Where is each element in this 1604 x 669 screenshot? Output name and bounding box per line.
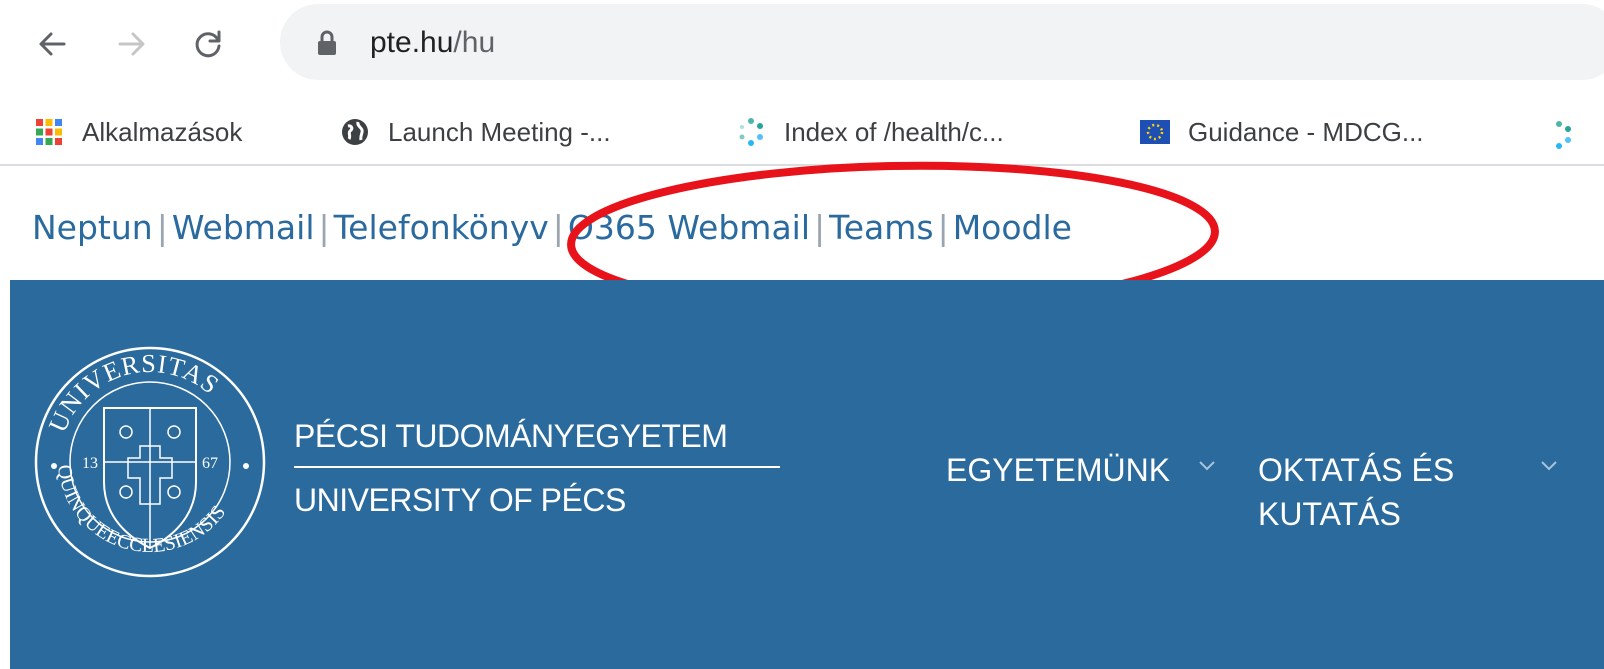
menu-label-line1: OKTATÁS ÉS [1258,452,1455,488]
apps-grid-icon [36,119,62,145]
separator: | [156,207,168,247]
bookmark-label: Alkalmazások [82,116,243,147]
bookmark-index-health[interactable]: Index of /health/c... [736,112,1004,152]
forward-arrow-icon [118,32,145,56]
menu-label: EGYETEMÜNK [946,452,1171,488]
bookmark-guidance-mdcg[interactable]: Guidance - MDCG... [1140,112,1424,152]
bookmark-label: Guidance - MDCG... [1188,116,1424,147]
separator: | [318,207,330,247]
reload-button[interactable] [186,22,230,66]
university-name-en: UNIVERSITY OF PÉCS [294,482,626,518]
bookmark-label: Index of /health/c... [784,116,1004,147]
back-arrow-icon [39,32,66,56]
lock-icon [318,30,336,55]
link-webmail[interactable]: Webmail [172,208,315,247]
bookmarks-bar: Alkalmazások Launch Meeting -... Index o… [0,100,1604,166]
svg-text:67: 67 [202,455,218,472]
link-telefonkonyv[interactable]: Telefonkönyv [334,208,549,247]
browser-toolbar: pte.hu/hu [0,0,1604,88]
forward-button[interactable] [110,22,154,66]
bookmark-apps[interactable]: Alkalmazások [34,112,242,152]
chevron-down-icon[interactable] [1540,460,1558,472]
university-seal-icon[interactable]: UNIVERSITAS QUINQUEECCLESIENSIS 13 67 [30,342,270,582]
university-name-hu: PÉCSI TUDOMÁNYEGYETEM [294,416,780,468]
bookmark-overflow-icon[interactable] [1544,120,1574,150]
eu-flag-icon [1140,120,1170,144]
url-text: pte.hu/hu [370,26,495,60]
menu-label-line2: KUTATÁS [1258,496,1401,532]
back-button[interactable] [30,22,74,66]
chevron-down-icon[interactable] [1198,460,1216,472]
bookmark-label: Launch Meeting -... [388,116,611,147]
link-neptun[interactable]: Neptun [32,208,153,247]
url-domain: pte.hu [370,26,454,59]
url-path: /hu [453,26,496,59]
dots-loader-icon [739,118,763,146]
svg-text:13: 13 [82,455,98,472]
menu-oktatas-es-kutatas[interactable]: OKTATÁS ÉS KUTATÁS [1258,448,1454,536]
address-bar[interactable]: pte.hu/hu [280,4,1604,80]
separator: | [552,207,564,247]
bookmark-launch-meeting[interactable]: Launch Meeting -... [340,112,611,152]
site-header: UNIVERSITAS QUINQUEECCLESIENSIS 13 67 PÉ… [10,280,1604,669]
menu-egyetemunk[interactable]: EGYETEMÜNK [946,448,1170,492]
svg-text:UNIVERSITAS: UNIVERSITAS [43,349,225,437]
globe-icon [342,119,368,145]
reload-icon [195,30,221,58]
university-brand[interactable]: PÉCSI TUDOMÁNYEGYETEM UNIVERSITY OF PÉCS [294,416,780,519]
